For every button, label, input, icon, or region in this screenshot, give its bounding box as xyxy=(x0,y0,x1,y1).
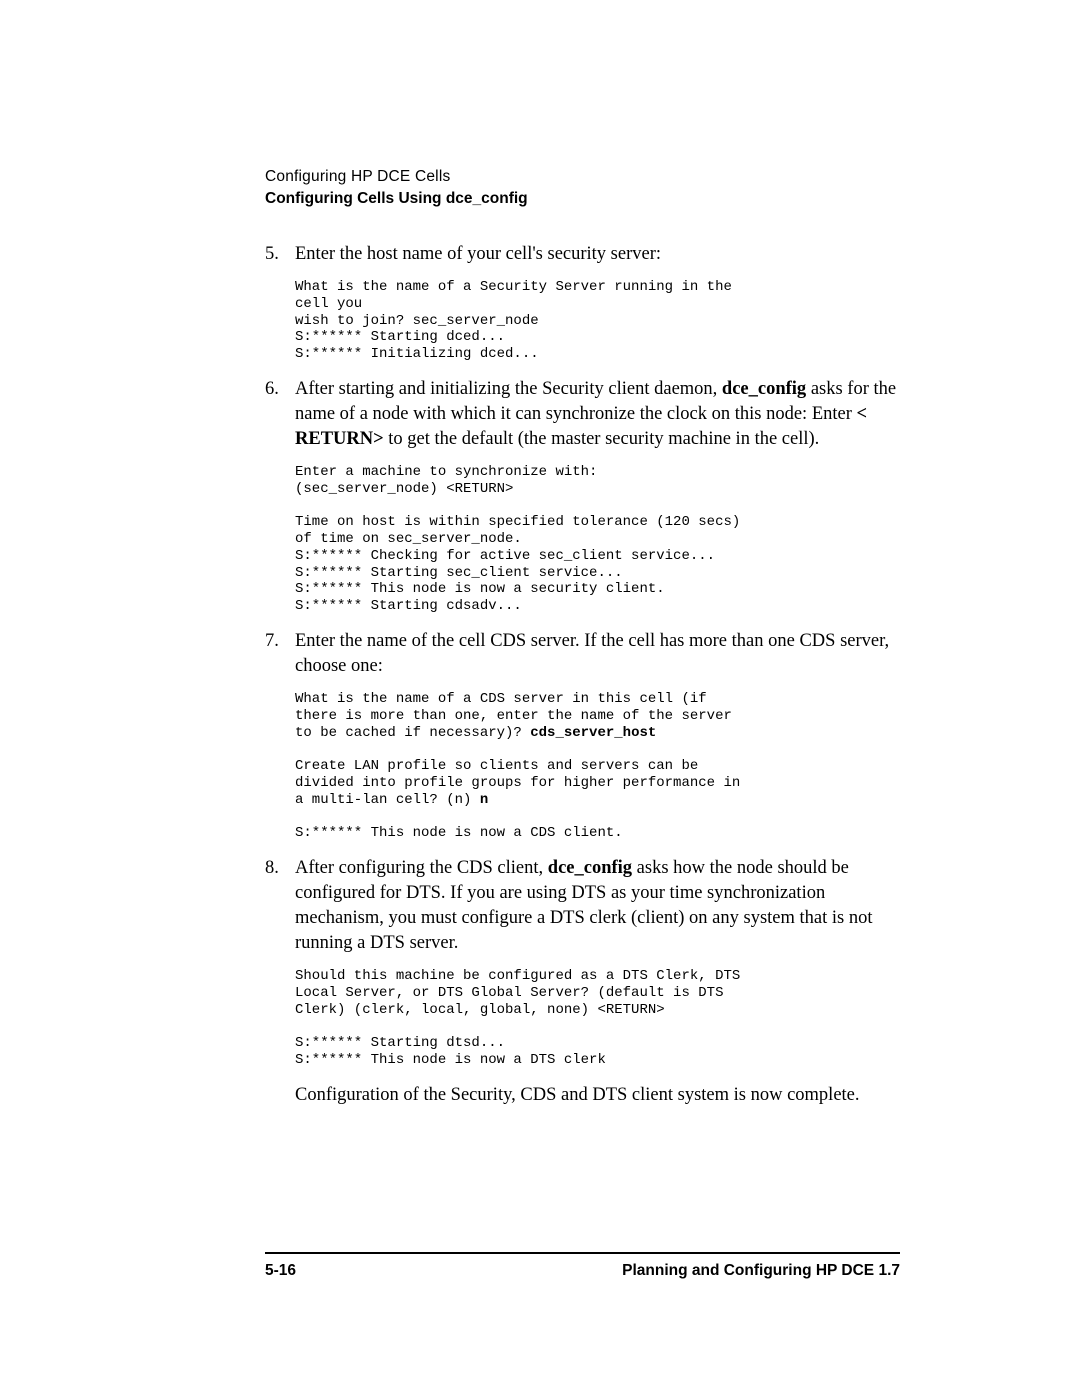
step-6: After starting and initializing the Secu… xyxy=(265,377,900,615)
step-list: Enter the host name of your cell's secur… xyxy=(265,242,900,1108)
doc-title: Planning and Configuring HP DCE 1.7 xyxy=(622,1262,900,1280)
code-block: What is the name of a Security Server ru… xyxy=(295,279,900,363)
bold-text: n xyxy=(480,792,488,808)
code-block: What is the name of a CDS server in this… xyxy=(295,691,900,842)
page-content: Configuring HP DCE Cells Configuring Cel… xyxy=(0,0,1080,1108)
running-header-section: Configuring Cells Using dce_config xyxy=(265,190,900,208)
step-para: Enter the name of the cell CDS server. I… xyxy=(295,631,889,676)
step-para: After starting and initializing the Secu… xyxy=(295,379,896,449)
code-block: Should this machine be configured as a D… xyxy=(295,968,900,1069)
step-para: Enter the host name of your cell's secur… xyxy=(295,244,661,264)
code-block: Enter a machine to synchronize with: (se… xyxy=(295,464,900,615)
bold-text: dce_config xyxy=(722,379,806,399)
step-7: Enter the name of the cell CDS server. I… xyxy=(265,629,900,842)
page-number: 5-16 xyxy=(265,1262,296,1280)
step-8: After configuring the CDS client, dce_co… xyxy=(265,856,900,1108)
bold-text: < RETURN> xyxy=(295,404,867,449)
step-after-text: Configuration of the Security, CDS and D… xyxy=(295,1083,900,1108)
page-footer: 5-16 Planning and Configuring HP DCE 1.7 xyxy=(265,1262,900,1280)
bold-text: dce_config xyxy=(548,858,632,878)
step-5: Enter the host name of your cell's secur… xyxy=(265,242,900,363)
bold-text: cds_server_host xyxy=(530,725,656,741)
step-para: After configuring the CDS client, dce_co… xyxy=(295,858,872,953)
running-header-chapter: Configuring HP DCE Cells xyxy=(265,168,900,186)
footer-rule xyxy=(265,1252,900,1254)
